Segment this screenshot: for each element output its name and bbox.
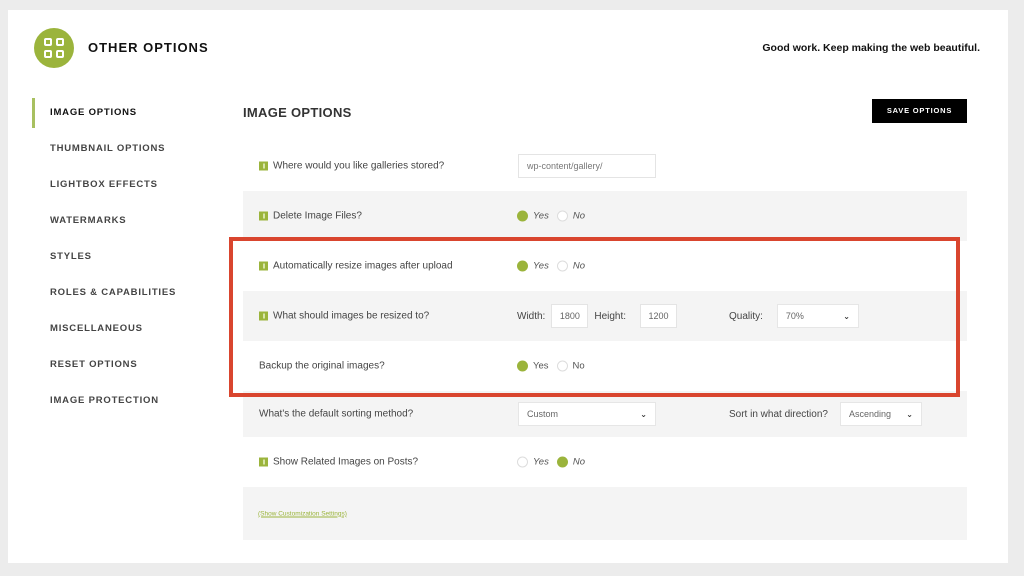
- auto-resize-row: Automatically resize images after upload…: [243, 241, 967, 291]
- resize-dimensions-label: What should images be resized to?: [273, 310, 430, 322]
- sidebar-item-watermarks[interactable]: WATERMARKS: [32, 206, 176, 242]
- backup-row: Backup the original images? Yes No: [243, 341, 967, 391]
- yes-label: Yes: [533, 360, 549, 372]
- page-title: OTHER OPTIONS: [88, 40, 209, 55]
- chevron-down-icon: ⌄: [640, 409, 647, 419]
- no-label: No: [572, 360, 585, 372]
- chevron-down-icon: ⌄: [843, 311, 850, 321]
- delete-files-row: Delete Image Files? Yes No: [243, 191, 967, 241]
- height-input[interactable]: 1200: [640, 304, 678, 328]
- sorting-label: What's the default sorting method?: [259, 408, 414, 420]
- auto-resize-yes-radio[interactable]: [517, 260, 528, 272]
- no-label: No: [572, 260, 586, 272]
- yes-label: Yes: [533, 210, 549, 222]
- sorting-row: What's the default sorting method? Custo…: [243, 391, 967, 437]
- delete-files-label: Delete Image Files?: [273, 210, 362, 222]
- delete-files-yes-radio[interactable]: [517, 210, 528, 222]
- chevron-down-icon: ⌄: [906, 409, 913, 419]
- auto-resize-label: Automatically resize images after upload: [273, 260, 453, 272]
- related-no-radio[interactable]: [556, 456, 568, 468]
- info-icon[interactable]: [259, 161, 268, 171]
- info-icon[interactable]: [259, 311, 268, 321]
- save-options-button[interactable]: SAVE OPTIONS: [872, 99, 967, 123]
- quality-label: Quality:: [729, 310, 763, 322]
- sorting-method-select[interactable]: Custom ⌄: [518, 402, 656, 426]
- sorting-method-value: Custom: [527, 409, 559, 419]
- sidebar-item-thumbnail-options[interactable]: THUMBNAIL OPTIONS: [32, 134, 176, 170]
- sidebar-item-miscellaneous[interactable]: MISCELLANEOUS: [32, 314, 176, 350]
- width-label: Width:: [517, 310, 546, 322]
- no-label: No: [572, 456, 586, 468]
- backup-label: Backup the original images?: [259, 360, 385, 372]
- quality-value: 70%: [785, 311, 804, 321]
- width-input[interactable]: 1800: [551, 304, 589, 328]
- resize-dimensions-row: What should images be resized to? Width:…: [243, 291, 967, 341]
- sidebar-item-reset-options[interactable]: RESET OPTIONS: [32, 350, 176, 386]
- tagline: Good work. Keep making the web beautiful…: [762, 42, 980, 54]
- sidebar-item-image-options[interactable]: IMAGE OPTIONS: [32, 98, 176, 134]
- sidebar-item-styles[interactable]: STYLES: [32, 242, 176, 278]
- sidebar-item-image-protection[interactable]: IMAGE PROTECTION: [32, 386, 176, 422]
- sort-direction-label: Sort in what direction?: [729, 408, 828, 420]
- grid-icon: [34, 28, 74, 68]
- yes-label: Yes: [533, 260, 549, 272]
- sort-direction-value: Ascending: [848, 409, 891, 419]
- delete-files-no-radio[interactable]: [556, 210, 568, 222]
- gallery-path-input[interactable]: wp-content/gallery/: [518, 154, 656, 178]
- info-icon[interactable]: [259, 261, 268, 271]
- info-icon[interactable]: [259, 457, 268, 467]
- sort-direction-select[interactable]: Ascending ⌄: [839, 402, 922, 426]
- section-title: IMAGE OPTIONS: [243, 105, 352, 120]
- auto-resize-no-radio[interactable]: [556, 260, 568, 272]
- customization-row: (Show Customization Settings): [243, 487, 967, 540]
- sidebar-item-roles-capabilities[interactable]: ROLES & CAPABILITIES: [32, 278, 176, 314]
- related-images-row: Show Related Images on Posts? Yes No: [243, 437, 967, 487]
- related-images-label: Show Related Images on Posts?: [273, 456, 419, 468]
- gallery-path-row: Where would you like galleries stored? w…: [243, 141, 967, 191]
- related-yes-radio[interactable]: [517, 456, 528, 468]
- quality-select[interactable]: 70% ⌄: [776, 304, 859, 328]
- backup-yes-radio[interactable]: [517, 360, 528, 372]
- show-customization-link[interactable]: (Show Customization Settings): [258, 510, 347, 517]
- backup-no-radio[interactable]: [556, 360, 568, 372]
- gallery-path-label: Where would you like galleries stored?: [273, 160, 445, 172]
- options-list: Where would you like galleries stored? w…: [243, 141, 967, 540]
- yes-label: Yes: [533, 456, 549, 468]
- sidebar-item-lightbox-effects[interactable]: LIGHTBOX EFFECTS: [32, 170, 176, 206]
- sidebar-nav: IMAGE OPTIONS THUMBNAIL OPTIONS LIGHTBOX…: [32, 98, 176, 422]
- height-label: Height:: [594, 310, 627, 322]
- no-label: No: [572, 210, 586, 222]
- info-icon[interactable]: [259, 211, 268, 221]
